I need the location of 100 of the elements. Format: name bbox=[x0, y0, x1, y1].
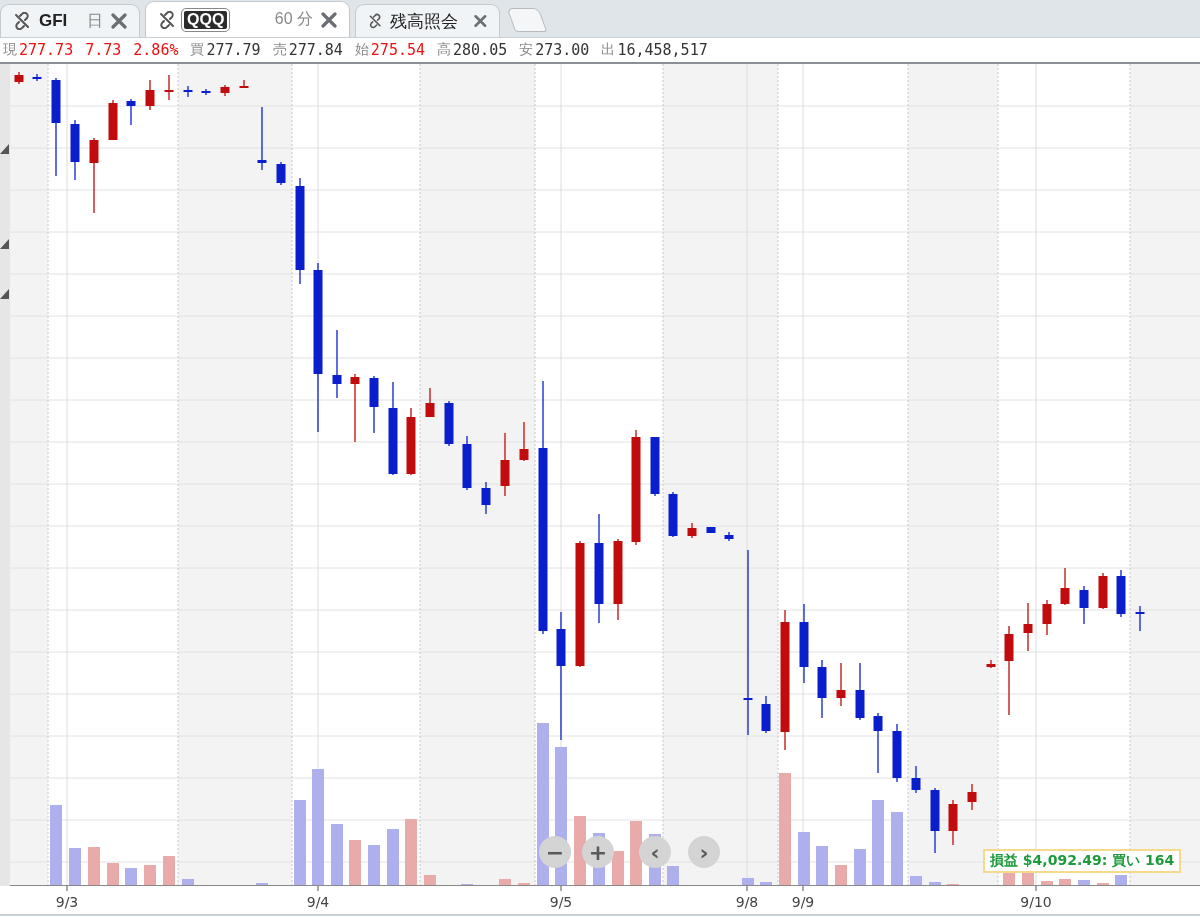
triangle-icon[interactable] bbox=[0, 144, 9, 154]
volume-bar bbox=[854, 849, 866, 885]
candle bbox=[183, 85, 193, 98]
candle bbox=[855, 662, 865, 721]
candle bbox=[668, 491, 678, 538]
candle bbox=[930, 787, 940, 854]
candle bbox=[1135, 605, 1145, 632]
candle bbox=[462, 435, 472, 491]
tab[interactable]: QQQ 60 分 bbox=[145, 1, 350, 37]
triangle-icon[interactable] bbox=[0, 239, 9, 249]
candle bbox=[70, 119, 80, 181]
candle bbox=[761, 695, 771, 734]
candle bbox=[425, 387, 435, 418]
quote-value: 280.05 bbox=[453, 41, 508, 59]
candle bbox=[108, 99, 118, 141]
tab-label: GFI bbox=[39, 11, 68, 31]
volume-bar bbox=[835, 865, 847, 885]
tab[interactable]: GFI 日 bbox=[0, 4, 140, 37]
volume-bar bbox=[760, 882, 772, 885]
volume-bar bbox=[630, 821, 642, 885]
candle bbox=[948, 799, 958, 846]
close-icon[interactable] bbox=[474, 13, 487, 29]
volume-bar bbox=[574, 816, 586, 885]
candle bbox=[350, 373, 360, 443]
candle bbox=[220, 84, 230, 97]
volume-bar bbox=[424, 875, 436, 885]
tab-label: QQQ bbox=[184, 10, 228, 29]
candle bbox=[500, 432, 510, 497]
volume-bar bbox=[405, 819, 417, 885]
volume-bar bbox=[612, 851, 624, 885]
candle bbox=[967, 783, 977, 811]
date-label: 9/9 bbox=[791, 894, 815, 910]
volume-bar bbox=[816, 846, 828, 885]
volume-bar bbox=[499, 879, 511, 885]
interval-label: 60 分 bbox=[274, 9, 313, 29]
date-label: 9/8 bbox=[735, 894, 759, 910]
volume-bar bbox=[125, 868, 137, 885]
candle bbox=[650, 436, 660, 497]
volume-bar bbox=[1041, 881, 1053, 885]
candle bbox=[911, 765, 921, 794]
quote-value: 7.73 bbox=[85, 41, 122, 59]
date-label: 9/5 bbox=[549, 894, 573, 910]
candle bbox=[276, 161, 286, 186]
candle bbox=[332, 329, 342, 399]
candle bbox=[519, 421, 529, 462]
volume-bar bbox=[368, 845, 380, 885]
candle bbox=[687, 522, 697, 539]
position-label: 損益 $4,092.49: 買い 164 bbox=[983, 849, 1182, 873]
quote-label: 買 bbox=[190, 41, 205, 59]
quote-value: 277.73 bbox=[19, 41, 74, 59]
volume-bar bbox=[163, 856, 175, 885]
quote-label: 現 bbox=[3, 41, 17, 59]
broken-link-icon bbox=[13, 12, 31, 30]
chart-control-button[interactable]: + bbox=[582, 836, 614, 868]
candle bbox=[257, 106, 267, 171]
quote-label: 高 bbox=[437, 41, 452, 59]
candle bbox=[14, 71, 24, 85]
close-icon[interactable] bbox=[111, 13, 127, 29]
volume-bar bbox=[798, 832, 810, 885]
quote-label: 売 bbox=[272, 41, 287, 59]
candle bbox=[892, 723, 902, 783]
date-label: 9/10 bbox=[1020, 894, 1052, 910]
candle bbox=[126, 98, 136, 126]
candle bbox=[32, 73, 42, 82]
quote-value: 2.86% bbox=[133, 41, 179, 59]
volume-bar bbox=[742, 878, 754, 885]
candle bbox=[873, 712, 883, 774]
quote-value: 273.00 bbox=[535, 41, 590, 59]
volume-bar bbox=[910, 876, 922, 885]
candle bbox=[1079, 585, 1089, 625]
triangle-icon[interactable] bbox=[0, 289, 9, 299]
candle bbox=[706, 526, 716, 534]
broken-link-icon bbox=[368, 12, 383, 30]
volume-bar bbox=[107, 863, 119, 885]
volume-bar bbox=[144, 865, 156, 885]
broken-link-icon bbox=[158, 10, 176, 29]
candle bbox=[145, 79, 155, 111]
candle bbox=[1060, 567, 1070, 606]
volume-bar bbox=[387, 829, 399, 885]
candle bbox=[986, 659, 996, 669]
candle bbox=[239, 79, 249, 89]
volume-bar bbox=[1078, 880, 1090, 885]
tab-label: 残高照会 bbox=[390, 10, 459, 33]
volume-bar bbox=[1059, 879, 1071, 885]
candle bbox=[817, 659, 827, 719]
tab[interactable]: 残高照会 bbox=[355, 4, 500, 37]
quote-label: 出 bbox=[601, 41, 616, 59]
quote-value: 16,458,517 bbox=[617, 41, 708, 59]
date-label: 9/3 bbox=[55, 894, 79, 910]
candle bbox=[164, 74, 174, 101]
volume-bar bbox=[182, 879, 194, 885]
candle bbox=[444, 400, 454, 447]
volume-bar bbox=[69, 848, 81, 885]
quote-value: 277.84 bbox=[288, 41, 343, 59]
candle bbox=[724, 531, 734, 542]
candle bbox=[481, 481, 491, 515]
close-icon[interactable] bbox=[321, 11, 337, 28]
quote-value: 277.79 bbox=[206, 41, 261, 59]
candle bbox=[369, 375, 379, 434]
volume-bar bbox=[929, 882, 941, 885]
